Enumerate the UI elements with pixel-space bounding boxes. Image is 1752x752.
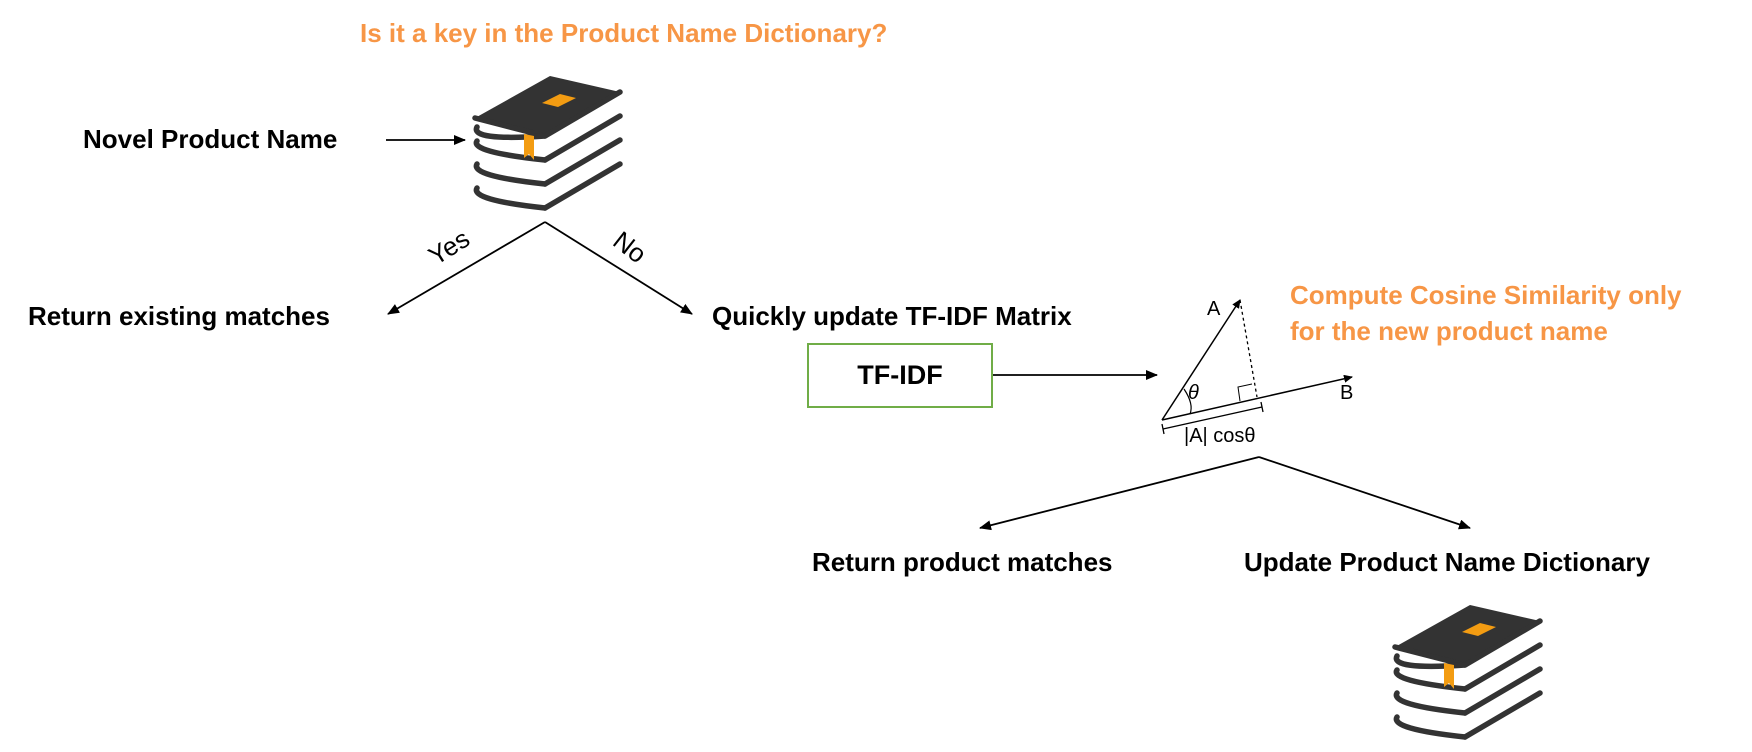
update-dictionary-label: Update Product Name Dictionary xyxy=(1244,547,1650,577)
novel-product-name-label: Novel Product Name xyxy=(83,124,338,154)
book-stack-icon xyxy=(1392,605,1543,740)
flow-diagram: Is it a key in the Product Name Dictiona… xyxy=(0,0,1752,752)
projection-label: |A| cosθ xyxy=(1184,425,1256,447)
arrow-to-update-dictionary xyxy=(1258,456,1471,530)
vector-a xyxy=(1161,299,1241,421)
vector-b-label: B xyxy=(1340,382,1354,404)
vector-a-label: A xyxy=(1207,298,1221,320)
quick-update-label: Quickly update TF-IDF Matrix xyxy=(712,301,1072,331)
theta-label: θ xyxy=(1188,382,1199,404)
projection-dotted xyxy=(1239,299,1258,398)
tfidf-box: TF-IDF xyxy=(807,343,993,408)
return-product-matches-label: Return product matches xyxy=(812,547,1113,577)
book-stack-icon xyxy=(472,76,623,211)
right-angle-mark xyxy=(1237,383,1253,402)
tfidf-box-label: TF-IDF xyxy=(857,360,943,390)
cosine-note: Compute Cosine Similarity only for the n… xyxy=(1290,280,1682,346)
arrow-to-return-matches xyxy=(979,456,1260,531)
question-title: Is it a key in the Product Name Dictiona… xyxy=(360,18,888,48)
return-existing-matches-label: Return existing matches xyxy=(28,301,330,331)
